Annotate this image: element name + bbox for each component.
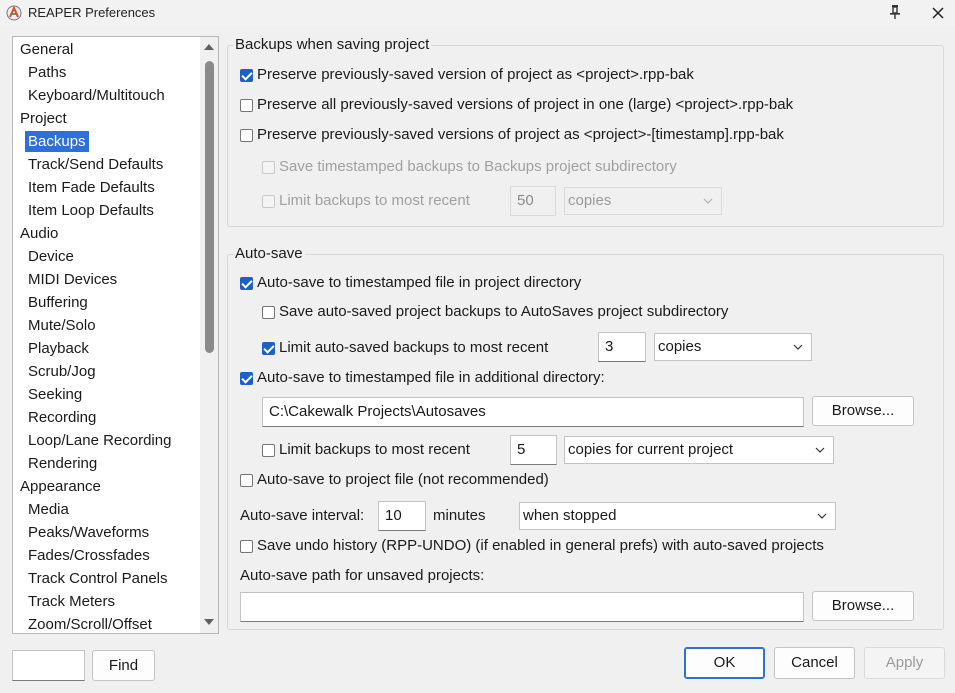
autosave-interval-label: Auto-save interval: xyxy=(240,507,365,524)
autosave-group-title: Auto-save xyxy=(233,245,305,262)
pin-icon[interactable] xyxy=(886,3,904,21)
backups-group-title: Backups when saving project xyxy=(233,36,432,53)
autosave-interval-input[interactable]: 10 xyxy=(378,501,426,531)
preserve-previous-checkbox[interactable] xyxy=(240,69,253,82)
nav-item-mute-solo[interactable]: Mute/Solo xyxy=(25,315,99,336)
nav-item-audio[interactable]: Audio xyxy=(17,223,61,244)
limit-additional-unit-value: copies for current project xyxy=(568,441,734,458)
preserve-timestamp-label[interactable]: Preserve previously-saved versions of pr… xyxy=(257,125,784,145)
nav-item-peaks-waveforms[interactable]: Peaks/Waveforms xyxy=(25,522,152,543)
chevron-down-icon xyxy=(703,198,713,204)
nav-item-playback[interactable]: Playback xyxy=(25,338,92,359)
apply-button: Apply xyxy=(864,647,945,679)
timestamped-subdir-label: Save timestamped backups to Backups proj… xyxy=(279,158,677,175)
nav-item-seeking[interactable]: Seeking xyxy=(25,384,85,405)
nav-item-general[interactable]: General xyxy=(17,39,76,60)
nav-item-keyboard-multitouch[interactable]: Keyboard/Multitouch xyxy=(25,85,168,106)
autosave-project-dir-label[interactable]: Auto-save to timestamped file in project… xyxy=(257,273,581,293)
preserve-all-checkbox[interactable] xyxy=(240,99,253,112)
limit-additional-unit-select[interactable]: copies for current project xyxy=(564,436,834,464)
nav-item-track-send-defaults[interactable]: Track/Send Defaults xyxy=(25,154,166,175)
limit-autosaved-label[interactable]: Limit auto-saved backups to most recent xyxy=(279,338,548,358)
timestamped-subdir-checkbox xyxy=(262,161,275,174)
limit-additional-count-input[interactable]: 5 xyxy=(510,435,557,465)
autosave-additional-dir-label[interactable]: Auto-save to timestamped file in additio… xyxy=(257,368,605,388)
title-bar: REAPER Preferences xyxy=(0,0,955,26)
unsaved-path-label: Auto-save path for unsaved projects: xyxy=(240,567,485,584)
autosave-interval-mode-select[interactable]: when stopped xyxy=(519,502,836,530)
preferences-dialog: General Paths Keyboard/Multitouch Project Ba… xyxy=(0,26,955,693)
nav-item-paths[interactable]: Paths xyxy=(25,62,69,83)
additional-dir-path-input[interactable]: C:\Cakewalk Projects\Autosaves xyxy=(262,397,804,427)
reaper-app-icon xyxy=(6,5,22,21)
browse-unsaved-path-button[interactable]: Browse... xyxy=(812,591,914,621)
nav-item-fades-crossfades[interactable]: Fades/Crossfades xyxy=(25,545,153,566)
nav-item-buffering[interactable]: Buffering xyxy=(25,292,91,313)
chevron-down-icon xyxy=(793,344,803,350)
cancel-button[interactable]: Cancel xyxy=(774,647,855,679)
nav-item-device[interactable]: Device xyxy=(25,246,77,267)
autosave-additional-dir-checkbox[interactable] xyxy=(240,372,253,385)
scroll-thumb[interactable] xyxy=(205,61,214,353)
nav-item-rendering[interactable]: Rendering xyxy=(25,453,100,474)
undo-history-label[interactable]: Save undo history (RPP-UNDO) (if enabled… xyxy=(257,536,824,556)
chevron-down-icon xyxy=(817,513,827,519)
autosave-project-file-label[interactable]: Auto-save to project file (not recommend… xyxy=(257,470,549,490)
nav-item-media[interactable]: Media xyxy=(25,499,72,520)
limit-autosaved-unit-select[interactable]: copies xyxy=(654,333,812,361)
nav-item-project[interactable]: Project xyxy=(17,108,70,129)
nav-item-track-control-panels[interactable]: Track Control Panels xyxy=(25,568,171,589)
limit-additional-checkbox[interactable] xyxy=(262,444,275,457)
chevron-down-icon xyxy=(815,447,825,453)
nav-item-item-fade-defaults[interactable]: Item Fade Defaults xyxy=(25,177,158,198)
autosave-project-dir-checkbox[interactable] xyxy=(240,277,253,290)
window-title: REAPER Preferences xyxy=(28,5,156,20)
nav-item-recording[interactable]: Recording xyxy=(25,407,99,428)
limit-additional-label[interactable]: Limit backups to most recent xyxy=(279,440,470,460)
find-button[interactable]: Find xyxy=(92,650,155,681)
search-input[interactable] xyxy=(12,650,85,681)
limit-autosaved-count-input[interactable]: 3 xyxy=(598,332,646,362)
nav-item-backups[interactable]: Backups xyxy=(25,131,89,152)
limit-autosaved-unit-value: copies xyxy=(658,338,702,355)
nav-item-item-loop-defaults[interactable]: Item Loop Defaults xyxy=(25,200,157,221)
limit-autosaved-checkbox[interactable] xyxy=(262,342,275,355)
nav-item-loop-lane-recording[interactable]: Loop/Lane Recording xyxy=(25,430,174,451)
unsaved-path-input[interactable] xyxy=(240,592,804,622)
scroll-up-arrow-icon[interactable] xyxy=(204,43,214,51)
limit-backups-unit-select: copies xyxy=(564,187,722,215)
close-icon[interactable] xyxy=(930,5,946,21)
preserve-all-label[interactable]: Preserve all previously-saved versions o… xyxy=(257,95,793,115)
nav-item-zoom-scroll-offset[interactable]: Zoom/Scroll/Offset xyxy=(25,614,155,633)
autosave-project-file-checkbox[interactable] xyxy=(240,474,253,487)
nav-item-scrub-jog[interactable]: Scrub/Jog xyxy=(25,361,99,382)
nav-item-midi-devices[interactable]: MIDI Devices xyxy=(25,269,120,290)
preserve-previous-label[interactable]: Preserve previously-saved version of pro… xyxy=(257,65,694,85)
browse-additional-dir-button[interactable]: Browse... xyxy=(812,396,914,426)
ok-button[interactable]: OK xyxy=(684,647,765,679)
limit-backups-unit-value: copies xyxy=(568,192,612,209)
autosaves-subdir-checkbox[interactable] xyxy=(262,306,275,319)
nav-item-track-meters[interactable]: Track Meters xyxy=(25,591,118,612)
preserve-timestamp-checkbox[interactable] xyxy=(240,129,253,142)
scroll-down-arrow-icon[interactable] xyxy=(204,618,214,626)
autosaves-subdir-label[interactable]: Save auto-saved project backups to AutoS… xyxy=(279,302,728,322)
nav-scrollbar[interactable] xyxy=(200,37,218,633)
limit-backups-count-input: 50 xyxy=(510,186,556,216)
autosave-interval-mode-value: when stopped xyxy=(523,507,617,524)
autosave-interval-unit: minutes xyxy=(433,507,486,524)
undo-history-checkbox[interactable] xyxy=(240,540,253,553)
limit-backups-label: Limit backups to most recent xyxy=(279,192,470,209)
preferences-nav-tree[interactable]: General Paths Keyboard/Multitouch Project Ba… xyxy=(12,36,219,634)
nav-item-appearance[interactable]: Appearance xyxy=(17,476,104,497)
limit-backups-checkbox xyxy=(262,195,275,208)
